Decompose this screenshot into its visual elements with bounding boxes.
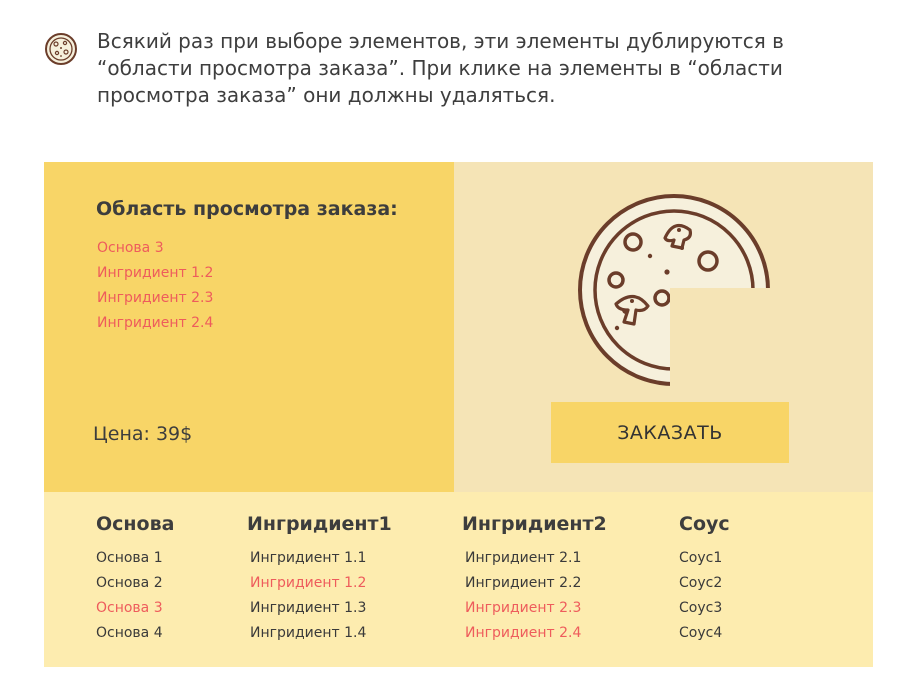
option-item[interactable]: Ингридиент 1.3 — [250, 596, 392, 621]
option-item-selected[interactable]: Ингридиент 1.2 — [250, 571, 392, 596]
option-item[interactable]: Ингридиент 1.1 — [250, 546, 392, 571]
options-column-ingredient1: Ингридиент1 Ингридиент 1.1 Ингридиент 1.… — [247, 512, 392, 646]
option-item[interactable]: Соус4 — [679, 621, 730, 646]
option-item[interactable]: Ингридиент 2.2 — [465, 571, 607, 596]
order-price: Цена: 39$ — [93, 423, 193, 445]
order-button[interactable]: ЗАКАЗАТЬ — [551, 402, 789, 463]
preview-item[interactable]: Ингридиент 1.2 — [97, 261, 213, 286]
preview-item[interactable]: Основа 3 — [97, 236, 213, 261]
option-item[interactable]: Соус3 — [679, 596, 730, 621]
options-column-sauce: Соус Соус1 Соус2 Соус3 Соус4 — [679, 512, 730, 646]
option-item[interactable]: Основа 4 — [96, 621, 174, 646]
order-preview-list: Основа 3 Ингридиент 1.2 Ингридиент 2.3 И… — [97, 236, 213, 336]
pizza-panel: ЗАКАЗАТЬ — [454, 162, 873, 492]
order-board: Область просмотра заказа: Основа 3 Ингри… — [44, 162, 873, 667]
options-panel: Основа Основа 1 Основа 2 Основа 3 Основа… — [44, 492, 873, 667]
option-item[interactable]: Ингридиент 1.4 — [250, 621, 392, 646]
order-preview-title: Область просмотра заказа: — [96, 198, 398, 220]
column-title: Ингридиент2 — [462, 513, 607, 535]
option-item[interactable]: Основа 2 — [96, 571, 174, 596]
options-column-ingredient2: Ингридиент2 Ингридиент 2.1 Ингридиент 2.… — [462, 512, 607, 646]
options-column-base: Основа Основа 1 Основа 2 Основа 3 Основа… — [96, 512, 174, 646]
column-title: Соус — [679, 513, 730, 535]
option-item-selected[interactable]: Ингридиент 2.4 — [465, 621, 607, 646]
option-item[interactable]: Основа 1 — [96, 546, 174, 571]
pizza-icon — [45, 33, 77, 65]
pizza-slice-missing-icon — [578, 194, 776, 392]
order-preview-panel: Область просмотра заказа: Основа 3 Ингри… — [44, 162, 454, 492]
option-item[interactable]: Ингридиент 2.1 — [465, 546, 607, 571]
preview-item[interactable]: Ингридиент 2.4 — [97, 311, 213, 336]
column-title: Основа — [96, 513, 175, 535]
option-item[interactable]: Соус2 — [679, 571, 730, 596]
preview-item[interactable]: Ингридиент 2.3 — [97, 286, 213, 311]
option-item[interactable]: Соус1 — [679, 546, 730, 571]
intro-description: Всякий раз при выборе элементов, эти эле… — [97, 29, 784, 107]
column-title: Ингридиент1 — [247, 513, 392, 535]
option-item-selected[interactable]: Основа 3 — [96, 596, 174, 621]
option-item-selected[interactable]: Ингридиент 2.3 — [465, 596, 607, 621]
